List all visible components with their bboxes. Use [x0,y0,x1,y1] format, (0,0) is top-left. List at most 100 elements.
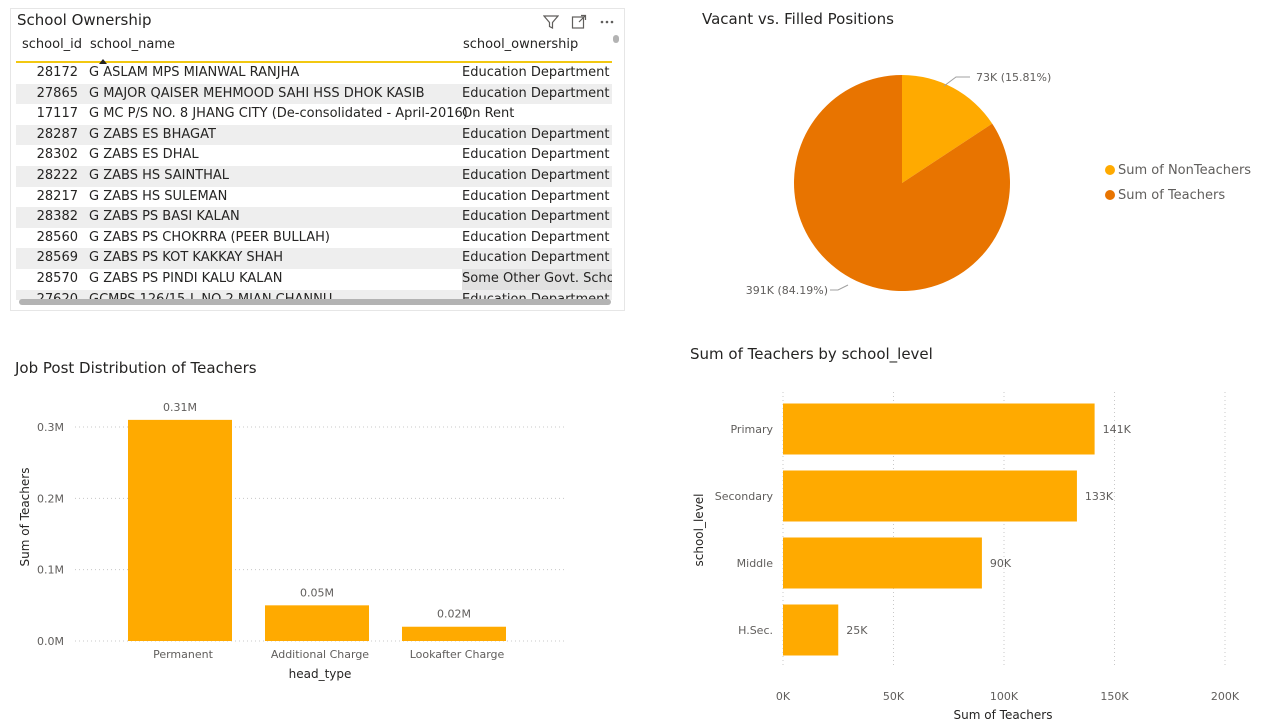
table-row[interactable]: 28302 G ZABS ES DHAL Education Department [16,145,612,166]
cell-school-ownership: Education Department [462,147,610,163]
table-row[interactable]: 28560 G ZABS PS CHOKRRA (PEER BULLAH) Educ… [16,228,612,249]
cell-school-name: G ZABS PS PINDI KALU KALAN [89,271,283,286]
y-tick-label: H.Sec. [738,624,773,637]
table-row[interactable]: 28217 G ZABS HS SULEMAN Education Departme… [16,187,612,208]
x-tick-label: Permanent [153,648,214,661]
bar[interactable] [265,605,369,641]
cell-school-ownership: Some Other Govt. Schoo [462,269,612,290]
cell-school-ownership: Education Department [462,229,610,245]
cell-school-id: 28222 [36,168,78,183]
cell-school-name: G ZABS ES BHAGAT [89,126,216,142]
table-row[interactable]: 28172 G ASLAM MPS MIANWAL RANJHA Education… [16,63,612,84]
x-axis-title: head_type [289,667,352,681]
cell-school-name: G ZABS HS SULEMAN [89,188,228,204]
legend-item-teachers[interactable]: Sum of Teachers [1105,188,1225,203]
horizontal-scrollbar[interactable] [19,299,611,305]
teachers-by-level-visual[interactable]: Sum of Teachers by school_level 0K 50K 100… [680,340,1278,723]
bar[interactable] [783,403,1095,455]
y-tick-label: 0.2M [37,492,64,505]
focus-mode-icon[interactable] [570,14,588,32]
legend-item-nonteachers[interactable]: Sum of NonTeachers [1105,163,1251,178]
cell-school-name: G ZABS PS KOT KAKKAY SHAH [89,250,284,266]
y-tick-label: 0.3M [37,421,64,434]
cell-school-ownership: On Rent [462,106,515,122]
x-tick-label: 150K [1100,690,1129,703]
bar[interactable] [783,470,1077,522]
y-tick-label: 0.1M [37,564,64,577]
cell-school-name: G MC P/S NO. 8 JHANG CITY (De-consolidat… [89,106,468,122]
bar-data-label: 25K [846,624,868,637]
cell-school-ownership: Education Department [462,188,610,204]
cell-school-ownership: Education Department [462,168,610,183]
table-header: school_id school_name school_ownership [16,37,612,64]
cell-school-name: G MAJOR QAISER MEHMOOD SAHI HSS DHOK KAS… [89,85,425,101]
cell-school-id: 27865 [36,85,78,101]
vertical-scrollbar[interactable] [613,35,619,43]
cell-school-id: 28172 [36,65,78,80]
x-tick-label: 200K [1211,690,1240,703]
more-options-icon[interactable] [598,14,616,32]
bar-data-label: 0.31M [163,401,197,414]
cell-school-id: 28217 [36,188,78,204]
y-axis-title: school_level [692,493,706,566]
cell-school-id: 28570 [36,271,78,286]
y-tick-label: Secondary [715,490,774,503]
legend-label-nonteachers: Sum of NonTeachers [1118,163,1252,178]
bar-data-label: 141K [1103,423,1132,436]
cell-school-id: 28560 [36,229,78,245]
pie-label-teachers: 391K (84.19%) [746,284,828,297]
cell-school-id: 28382 [36,209,78,225]
legend-dot-nonteachers [1105,165,1115,175]
bar[interactable] [783,604,839,656]
bar[interactable] [402,626,506,641]
column-header-school-ownership[interactable]: school_ownership [463,37,578,52]
vacant-filled-pie-visual[interactable]: Vacant vs. Filled Positions 73K (15.81%)… [690,8,1278,318]
table-body: 28172 G ASLAM MPS MIANWAL RANJHA Education… [16,63,612,300]
x-axis-title: Sum of Teachers [954,708,1053,722]
cell-school-ownership: Education Department [462,209,610,225]
table-row[interactable]: 28382 G ZABS PS BASI KALAN Education Depar… [16,207,612,228]
bar[interactable] [128,419,232,641]
bar-data-label: 0.02M [437,608,471,621]
x-tick-label: 50K [883,690,905,703]
cell-school-id: 28569 [36,250,78,266]
table-row[interactable]: 28222 G ZABS HS SAINTHAL Education Departm… [16,166,612,187]
table-row[interactable]: 17117 G MC P/S NO. 8 JHANG CITY (De-conso… [16,104,612,125]
filter-icon[interactable] [542,14,560,32]
job-post-bar-visual[interactable]: Job Post Distribution of Teachers 0.0M 0.… [0,350,600,723]
legend-dot-teachers [1105,190,1115,200]
y-axis-title: Sum of Teachers [18,468,32,567]
bar-chart: 0.0M 0.1M 0.2M 0.3M 0.31M Permanent 0.05M Addit… [18,401,565,681]
pie-leader-line [943,76,970,87]
cell-school-name: G ZABS PS CHOKRRA (PEER BULLAH) [89,229,330,245]
bar-data-label: 0.05M [300,586,334,599]
x-tick-label: Lookafter Charge [410,648,505,661]
table-row[interactable]: 27865 G MAJOR QAISER MEHMOOD SAHI HSS DHO… [16,83,612,105]
x-tick-label: Additional Charge [271,648,369,661]
cell-school-ownership: Education Department [462,250,610,266]
table-row[interactable]: 28569 G ZABS PS KOT KAKKAY SHAH Education … [16,248,612,269]
pie-leader-line [830,284,849,291]
hbar-chart: 0K 50K 100K 150K 200K 141K Primary 133K Secondar… [692,392,1240,722]
visual-header-icons [542,14,616,32]
table-row[interactable]: 28570 G ZABS PS PINDI KALU KALAN Some Othe… [16,269,612,290]
table-title: School Ownership [17,11,152,29]
y-tick-label: Primary [730,423,773,436]
bar[interactable] [783,537,982,589]
bar-data-label: 90K [990,557,1012,570]
column-header-school-name[interactable]: school_name [90,37,175,52]
cell-school-ownership: Education Department [462,126,610,142]
y-tick-label: Middle [737,557,774,570]
school-ownership-table-visual[interactable]: School Ownership school_id school_name s… [10,8,625,311]
x-tick-label: 100K [990,690,1019,703]
cell-school-name: G ZABS ES DHAL [89,147,199,163]
column-header-school-id[interactable]: school_id [22,37,82,52]
x-tick-label: 0K [776,690,791,703]
bar-data-label: 133K [1085,490,1114,503]
cell-school-id: 28302 [36,147,78,163]
cell-school-id: 28287 [36,126,78,142]
table-row[interactable]: 28287 G ZABS ES BHAGAT Education Departmen… [16,124,612,146]
cell-school-ownership: Education Department [462,85,610,101]
y-tick-label: 0.0M [37,635,64,648]
cell-school-name: G ZABS PS BASI KALAN [89,209,240,225]
